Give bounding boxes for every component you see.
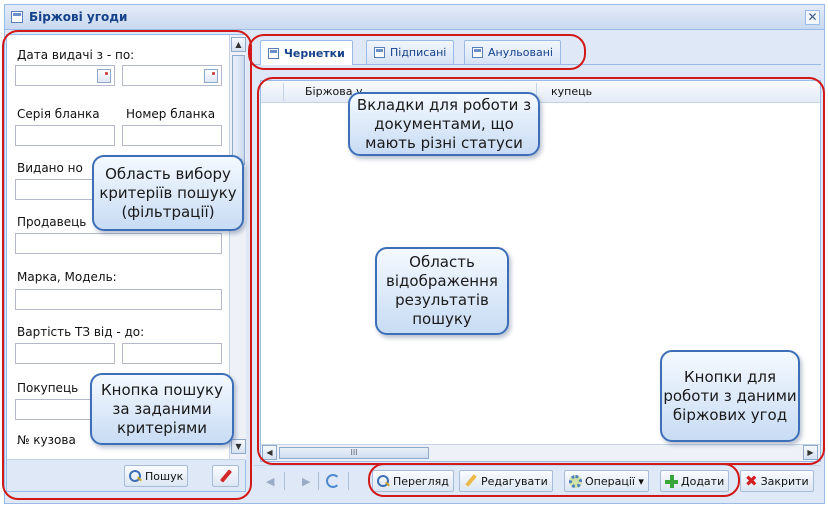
calendar-icon[interactable] bbox=[97, 69, 111, 83]
window-title: Біржові угоди bbox=[29, 10, 128, 24]
date-range-label: Дата видачі з - по: bbox=[17, 48, 135, 62]
tabs-callout: Вкладки для роботи з документами, що маю… bbox=[348, 92, 540, 156]
search-icon bbox=[129, 469, 142, 483]
scroll-left-icon[interactable]: ◀ bbox=[262, 445, 277, 460]
document-icon bbox=[374, 47, 385, 58]
number-input[interactable] bbox=[122, 125, 222, 146]
close-button-label: Закрити bbox=[760, 474, 809, 488]
view-button[interactable]: Перегляд bbox=[372, 470, 454, 492]
bottom-toolbar: ◀ ▶ Перегляд Редагувати Операції ▾ Додат… bbox=[254, 465, 821, 495]
scroll-up-icon[interactable]: ▲ bbox=[231, 37, 246, 52]
grid-header: Біржова у купець bbox=[261, 81, 820, 103]
search-callout: Кнопка пошуку за заданими критеріями bbox=[90, 373, 234, 445]
scroll-thumb[interactable] bbox=[232, 55, 245, 165]
view-icon bbox=[377, 474, 390, 488]
edit-button-label: Редагувати bbox=[481, 474, 548, 488]
seller-input[interactable] bbox=[15, 233, 222, 254]
tab-signed[interactable]: Підписані bbox=[366, 40, 455, 64]
column-header[interactable]: купець bbox=[551, 85, 592, 98]
cost-label: Вартість ТЗ від - до: bbox=[17, 325, 145, 339]
model-input[interactable] bbox=[15, 289, 222, 310]
serie-label: Серія бланка bbox=[17, 107, 100, 121]
operations-button-label: Операції ▾ bbox=[585, 474, 644, 488]
document-icon bbox=[268, 47, 279, 59]
vin-label: № кузова bbox=[17, 433, 76, 447]
plus-icon bbox=[665, 474, 678, 488]
filter-callout: Область вибору критеріїв пошуку (фільтра… bbox=[92, 155, 244, 231]
model-label: Марка, Модель: bbox=[17, 270, 117, 284]
gear-icon bbox=[569, 474, 582, 488]
add-button[interactable]: Додати bbox=[660, 470, 730, 492]
add-button-label: Додати bbox=[681, 474, 725, 488]
scroll-right-icon[interactable]: ▶ bbox=[803, 445, 818, 460]
tab-cancelled[interactable]: Анульовані bbox=[464, 40, 561, 64]
tab-label: Анульовані bbox=[488, 46, 553, 59]
seller-label: Продавець bbox=[17, 215, 87, 229]
next-page-icon[interactable]: ▶ bbox=[302, 475, 310, 488]
calendar-icon[interactable] bbox=[204, 69, 218, 83]
scroll-down-icon[interactable]: ▼ bbox=[231, 439, 246, 454]
number-label: Номер бланка bbox=[126, 107, 216, 121]
close-button[interactable]: ✖ Закрити bbox=[740, 470, 814, 492]
search-button-label: Пошук bbox=[145, 469, 184, 483]
results-callout: Область відображення результатів пошуку bbox=[375, 247, 509, 335]
tab-label: Чернетки bbox=[284, 46, 345, 60]
search-button[interactable]: Пошук bbox=[124, 465, 189, 487]
cost-from-input[interactable] bbox=[15, 343, 115, 364]
operations-button[interactable]: Операції ▾ bbox=[564, 470, 649, 492]
window-icon bbox=[11, 11, 23, 23]
issued-label: Видано но bbox=[17, 161, 83, 175]
tab-strip: Чернетки Підписані Анульовані bbox=[254, 34, 821, 65]
buttons-callout: Кнопки для роботи з даними біржових угод bbox=[660, 350, 800, 442]
tab-label: Підписані bbox=[390, 46, 447, 59]
grid-hscrollbar[interactable]: ◀ III ▶ bbox=[261, 444, 820, 461]
hscroll-thumb[interactable]: III bbox=[279, 447, 429, 459]
title-bar: Біржові угоди ✕ bbox=[5, 5, 824, 30]
refresh-icon[interactable] bbox=[326, 474, 340, 488]
close-icon: ✖ bbox=[745, 472, 758, 490]
serie-input[interactable] bbox=[15, 125, 115, 146]
buyer-label: Покупець bbox=[17, 381, 79, 395]
document-icon bbox=[472, 47, 483, 58]
cost-to-input[interactable] bbox=[122, 343, 222, 364]
pencil-icon bbox=[464, 474, 478, 488]
close-icon[interactable]: ✕ bbox=[805, 10, 820, 25]
filter-footer: Пошук bbox=[7, 459, 245, 491]
edit-button[interactable]: Редагувати bbox=[459, 470, 553, 492]
first-page-icon[interactable]: ◀ bbox=[266, 475, 274, 488]
tab-drafts[interactable]: Чернетки bbox=[260, 40, 353, 65]
view-button-label: Перегляд bbox=[393, 474, 449, 488]
eraser-icon bbox=[219, 469, 233, 483]
clear-filter-button[interactable] bbox=[212, 465, 239, 487]
